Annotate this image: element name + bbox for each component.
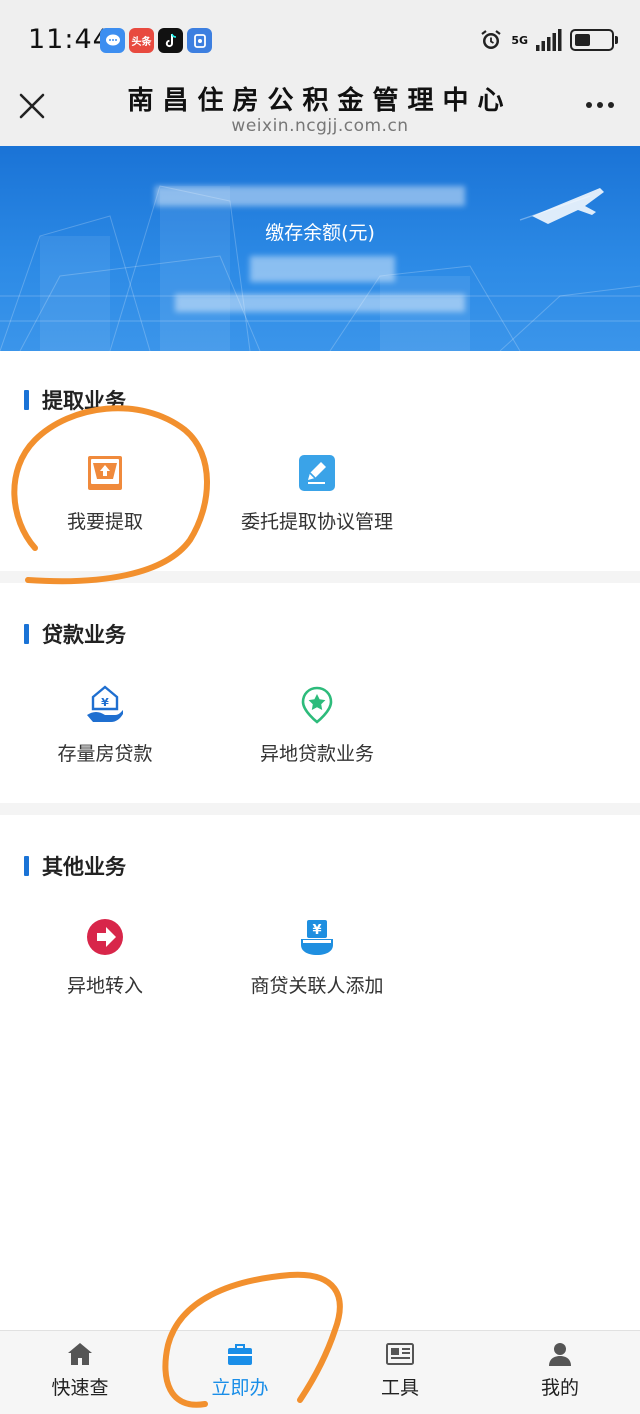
- service-label: 异地转入: [66, 975, 143, 997]
- section-title: 其他业务: [42, 855, 126, 879]
- nav-tools[interactable]: 工具: [320, 1341, 480, 1400]
- section-loan: 贷款业务 ¥ 存量房贷款 异地贷款业务: [0, 583, 640, 803]
- nav-label: 立即办: [211, 1377, 269, 1399]
- service-existing-house-loan[interactable]: ¥ 存量房贷款: [25, 685, 185, 766]
- tiktok-app-icon: [158, 28, 183, 53]
- service-label: 委托提取协议管理: [240, 511, 393, 533]
- location-star-icon: [301, 686, 333, 724]
- more-dot: [608, 102, 614, 108]
- section-header: 贷款业务: [24, 619, 126, 649]
- section-accent-bar: [24, 624, 29, 644]
- shield-app-icon: [187, 28, 212, 53]
- nav-label: 快速查: [51, 1377, 109, 1399]
- account-banner: 缴存余额(元): [0, 146, 640, 351]
- section-header: 其他业务: [24, 851, 126, 881]
- toutiao-app-icon: 头条: [129, 28, 154, 53]
- arrow-right-circle-icon: [87, 919, 123, 955]
- status-bar: 11:44 头条 5G: [0, 0, 640, 72]
- yuan-hand-icon: ¥: [301, 920, 333, 955]
- service-label: 商贷关联人添加: [250, 975, 384, 997]
- more-dot: [597, 102, 603, 108]
- newspaper-icon: [386, 1343, 414, 1365]
- section-divider: [0, 803, 640, 815]
- nav-label: 我的: [540, 1377, 579, 1399]
- message-app-icon: [100, 28, 125, 53]
- status-time: 11:44: [28, 24, 111, 55]
- page-url: weixin.ncgjj.com.cn: [231, 116, 409, 136]
- service-label: 异地贷款业务: [259, 743, 374, 765]
- bottom-navigation: 快速查 立即办 工具 我的: [0, 1330, 640, 1414]
- section-other: 其他业务 异地转入 ¥ 商贷关联人添加: [0, 815, 640, 1035]
- house-loan-hand-icon: ¥: [87, 685, 123, 722]
- battery-level: [575, 34, 590, 46]
- withdraw-tray-icon: [88, 456, 122, 490]
- section-accent-bar: [24, 390, 29, 410]
- section-title: 提取业务: [42, 389, 126, 413]
- section-header: 提取业务: [24, 385, 126, 415]
- masked-account-number: [175, 294, 465, 312]
- section-accent-bar: [24, 856, 29, 876]
- signal-icon: [536, 29, 562, 51]
- section-divider: [0, 571, 640, 583]
- nav-quick-query[interactable]: 快速查: [0, 1341, 160, 1400]
- svg-text:¥: ¥: [312, 923, 321, 938]
- service-remote-loan[interactable]: 异地贷款业务: [237, 685, 397, 766]
- status-indicators: 5G: [479, 28, 618, 52]
- home-icon: [68, 1343, 92, 1365]
- status-app-icons: 头条: [100, 28, 212, 53]
- network-type: 5G: [511, 33, 528, 47]
- svg-text:¥: ¥: [101, 696, 109, 709]
- alarm-icon: [481, 30, 501, 49]
- user-icon: [549, 1343, 571, 1366]
- masked-account-name: [155, 186, 465, 206]
- service-remote-transfer-in[interactable]: 异地转入: [25, 917, 185, 998]
- banner-background-illustration: [0, 185, 640, 351]
- title-bar: 南昌住房公积金管理中心 weixin.ncgjj.com.cn: [0, 72, 640, 146]
- nav-do-now[interactable]: 立即办: [160, 1341, 320, 1400]
- battery-icon: [570, 29, 618, 51]
- service-entrust-withdraw-agreement[interactable]: 委托提取协议管理: [217, 453, 417, 534]
- balance-label: 缴存余额(元): [265, 222, 375, 244]
- page-title: 南昌住房公积金管理中心: [127, 86, 513, 116]
- nav-label: 工具: [380, 1377, 419, 1399]
- service-label: 存量房贷款: [57, 743, 153, 765]
- section-title: 贷款业务: [42, 623, 126, 647]
- service-label: 我要提取: [66, 511, 143, 533]
- service-withdraw[interactable]: 我要提取: [25, 453, 185, 534]
- edit-pencil-icon: [299, 455, 335, 491]
- section-withdrawal: 提取业务 我要提取 委托提取协议管理: [0, 351, 640, 571]
- masked-balance-value: [250, 256, 395, 282]
- nav-mine[interactable]: 我的: [480, 1341, 640, 1400]
- more-dot: [586, 102, 592, 108]
- service-add-commercial-loan-associate[interactable]: ¥ 商贷关联人添加: [217, 917, 417, 998]
- more-options-button[interactable]: [586, 102, 614, 108]
- briefcase-icon: [228, 1344, 252, 1365]
